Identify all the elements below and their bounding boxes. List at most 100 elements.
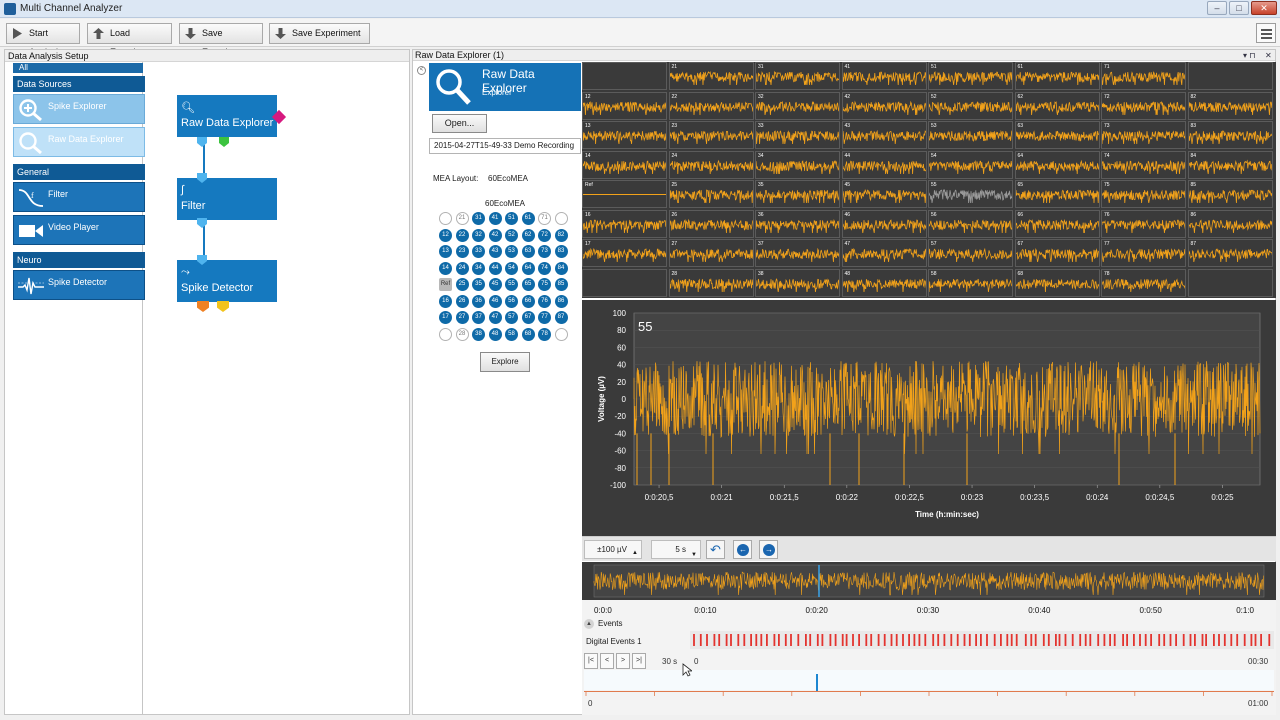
event-marker[interactable] — [1113, 634, 1116, 646]
event-marker[interactable] — [956, 634, 959, 646]
event-marker[interactable] — [1182, 634, 1185, 646]
event-marker[interactable] — [1218, 634, 1220, 646]
channel-cell-58[interactable]: 58 — [928, 268, 1013, 297]
event-marker[interactable] — [1158, 634, 1161, 646]
event-marker[interactable] — [1150, 634, 1152, 646]
event-marker[interactable] — [932, 634, 935, 646]
electrode-45[interactable]: 45 — [488, 278, 502, 291]
electrode-76[interactable]: 76 — [538, 294, 551, 308]
event-marker[interactable] — [993, 634, 996, 646]
step-back-button[interactable]: ← — [733, 540, 752, 559]
event-marker[interactable] — [766, 634, 768, 646]
electrode-23[interactable]: 23 — [455, 245, 469, 258]
channel-cell-56[interactable]: 56 — [928, 209, 1013, 238]
electrode-22[interactable]: 22 — [455, 228, 469, 242]
event-marker[interactable] — [908, 634, 910, 646]
channel-cell-empty[interactable] — [582, 268, 667, 297]
electrode-26[interactable]: 26 — [455, 294, 469, 308]
channel-cell-14[interactable]: 14 — [582, 150, 667, 179]
event-marker[interactable] — [816, 634, 819, 646]
channel-cell-61[interactable]: 61 — [1014, 62, 1100, 90]
event-marker[interactable] — [937, 634, 940, 646]
event-marker[interactable] — [829, 634, 832, 646]
output-port[interactable] — [197, 218, 207, 228]
electrode-68[interactable]: 68 — [521, 327, 535, 341]
event-marker[interactable] — [845, 634, 848, 646]
event-marker[interactable] — [1223, 634, 1226, 646]
channel-cell-48[interactable]: 48 — [841, 268, 927, 297]
electrode-61[interactable]: 61 — [521, 212, 535, 225]
node-spike-detector[interactable]: ⤳ Spike Detector — [177, 260, 277, 302]
channel-cell-16[interactable]: 16 — [582, 209, 667, 238]
event-marker[interactable] — [706, 634, 708, 646]
event-marker[interactable] — [1000, 634, 1002, 646]
channel-55-plot[interactable]: 100 80 60 40 20 0 -20 -40 -60 -80 -100 0:0:20,5 0:0:… — [582, 300, 1276, 536]
event-marker[interactable] — [1175, 634, 1177, 646]
event-marker[interactable] — [986, 634, 988, 646]
channel-cell-57[interactable]: 57 — [928, 239, 1013, 267]
channel-cell-54[interactable]: 54 — [928, 150, 1013, 179]
channel-cell-28[interactable]: 28 — [668, 268, 754, 297]
electrode-43[interactable]: 43 — [488, 245, 502, 258]
electrode-41[interactable]: 41 — [488, 212, 502, 225]
event-marker[interactable] — [737, 634, 740, 646]
event-marker[interactable] — [1260, 634, 1262, 646]
panel-close-icon[interactable]: ✕ — [1265, 50, 1272, 61]
event-marker[interactable] — [1084, 634, 1087, 646]
event-marker[interactable] — [1139, 634, 1141, 646]
channel-cell-36[interactable]: 36 — [755, 209, 840, 238]
output-port[interactable] — [217, 301, 229, 312]
event-marker[interactable] — [1024, 634, 1027, 646]
electrode-78[interactable]: 78 — [538, 327, 551, 341]
electrode-empty[interactable] — [439, 212, 452, 225]
channel-cell-52[interactable]: 52 — [928, 91, 1013, 120]
event-marker[interactable] — [1064, 634, 1067, 646]
pin-icon[interactable]: ▾ ⊓ — [1243, 50, 1255, 61]
electrode-13[interactable]: 13 — [439, 245, 452, 258]
node-raw-data-explorer[interactable]: 🔍︎ Raw Data Explorer — [177, 95, 277, 137]
electrode-24[interactable]: 24 — [455, 261, 469, 275]
event-marker[interactable] — [1030, 634, 1033, 646]
channel-cell-empty[interactable] — [582, 62, 667, 90]
event-marker[interactable] — [1079, 634, 1082, 646]
recording-overview[interactable]: 0:0:0 0:0:10 0:0:20 0:0:30 0:0:40 0:0:50 0:1:0 — [582, 562, 1276, 617]
event-marker[interactable] — [743, 634, 746, 646]
channel-cell-26[interactable]: 26 — [668, 209, 754, 238]
electrode-14[interactable]: 14 — [439, 261, 452, 275]
channel-cell-47[interactable]: 47 — [841, 239, 927, 267]
palette-item-spike-detector[interactable]: Spike Detector — [13, 270, 145, 300]
channel-cell-Ref[interactable]: Ref — [582, 180, 667, 208]
collapse-icon[interactable]: < — [417, 66, 426, 75]
channel-cell-64[interactable]: 64 — [1014, 150, 1100, 179]
save-experiment-as-button[interactable]: Save Experiment as ... — [269, 23, 370, 57]
jump-start-button[interactable]: |< — [584, 653, 598, 669]
channel-cell-45[interactable]: 45 — [841, 180, 927, 208]
output-port[interactable] — [197, 301, 209, 312]
event-marker[interactable] — [1089, 634, 1092, 646]
event-marker[interactable] — [841, 634, 844, 646]
channel-cell-12[interactable]: 12 — [582, 91, 667, 120]
event-marker[interactable] — [1268, 634, 1271, 646]
channel-cell-23[interactable]: 23 — [668, 121, 754, 149]
event-marker[interactable] — [809, 634, 812, 646]
channel-cell-22[interactable]: 22 — [668, 91, 754, 120]
channel-cell-83[interactable]: 83 — [1187, 121, 1273, 149]
electrode-83[interactable]: 83 — [554, 245, 568, 258]
time-window-dropdown[interactable]: 5 s ▼ — [651, 540, 701, 559]
output-port[interactable] — [197, 137, 207, 147]
channel-cell-empty[interactable] — [1187, 268, 1273, 297]
next-button[interactable]: > — [616, 653, 630, 669]
electrode-56[interactable]: 56 — [505, 294, 518, 308]
channel-cell-75[interactable]: 75 — [1101, 180, 1186, 208]
electrode-21[interactable]: 21 — [455, 212, 469, 225]
undo-button[interactable]: ↶ — [706, 540, 725, 559]
channel-cell-85[interactable]: 85 — [1187, 180, 1273, 208]
channel-cell-24[interactable]: 24 — [668, 150, 754, 179]
event-marker[interactable] — [1236, 634, 1239, 646]
event-marker[interactable] — [963, 634, 966, 646]
channel-cell-66[interactable]: 66 — [1014, 209, 1100, 238]
electrode-empty[interactable] — [554, 327, 568, 341]
electrode-32[interactable]: 32 — [472, 228, 485, 242]
event-marker[interactable] — [1205, 634, 1207, 646]
channel-cell-87[interactable]: 87 — [1187, 239, 1273, 267]
